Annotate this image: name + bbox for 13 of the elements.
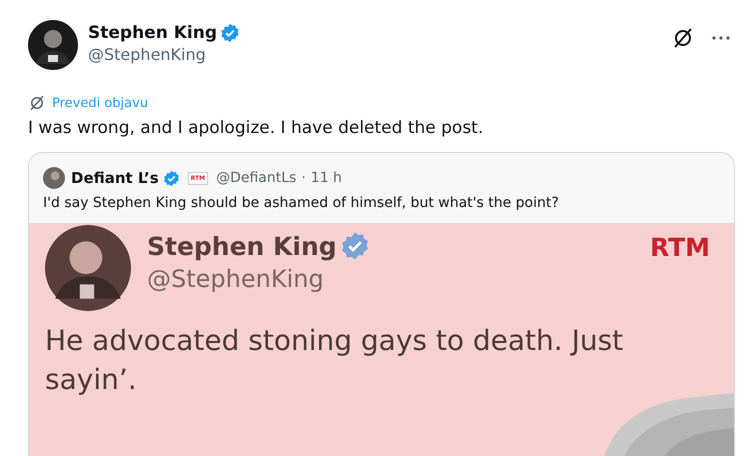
timestamp[interactable]: 11 h [310, 170, 342, 186]
author-handle[interactable]: @DefiantLs [216, 170, 296, 186]
author-name[interactable]: Defiant L’s [71, 169, 159, 187]
author-handle[interactable]: @StephenKing [88, 45, 240, 64]
author-handle: @StephenKing [147, 265, 325, 293]
logo: RTM [650, 233, 710, 262]
author-name: Stephen King [147, 232, 337, 260]
post-text: I was wrong, and I apologize. I have deleted the post. [28, 118, 484, 138]
separator: · [301, 170, 306, 186]
author-name[interactable]: Stephen King [88, 23, 217, 43]
media-image[interactable]: Stephen King @StephenKing RTM He advocated stoning gays to death. Just sayin’. [29, 223, 734, 456]
post-text: He advocated stoning gays to death. Just sayin’. [45, 323, 624, 398]
quoted-text: I'd say Stephen King should be ashamed of himself, but what's the point? [43, 195, 560, 211]
